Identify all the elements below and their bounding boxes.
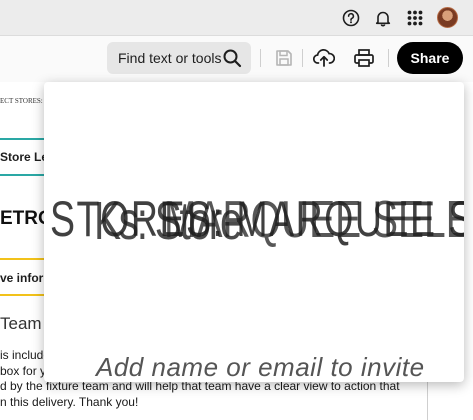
page-edge-divider: [427, 382, 428, 420]
store-leads-heading: Store Le: [0, 150, 49, 164]
app-top-bar: [0, 0, 473, 36]
save-icon[interactable]: [273, 47, 295, 69]
toolbar-divider: [260, 49, 261, 67]
share-dialog-title: STORES: MARQUEE SELECT S Ks: Store MARQU…: [44, 190, 464, 260]
document-toolbar: Find text or tools Share: [0, 36, 473, 82]
find-label: Find text or tools: [118, 50, 222, 66]
glitched-title-fragment: MARQUEE SELECT: [164, 191, 464, 249]
search-icon: [222, 48, 242, 71]
print-icon[interactable]: [353, 47, 375, 69]
body-text-line: is include: [0, 348, 51, 362]
share-dialog: STORES: MARQUEE SELECT S Ks: Store MARQU…: [44, 82, 464, 382]
avatar[interactable]: [437, 7, 458, 28]
body-text-line: n this delivery. Thank you!: [0, 395, 139, 409]
upload-icon[interactable]: [313, 47, 335, 69]
body-text-line: box for y: [0, 364, 47, 378]
apps-grid-icon[interactable]: [405, 8, 425, 28]
notifications-icon[interactable]: [373, 8, 393, 28]
toolbar-divider: [302, 49, 303, 67]
toolbar-divider: [388, 49, 389, 67]
help-icon[interactable]: [341, 8, 361, 28]
find-text-or-tools-button[interactable]: Find text or tools: [107, 42, 251, 74]
invite-input-placeholder[interactable]: Add name or email to invite: [96, 352, 425, 382]
share-button[interactable]: Share: [397, 42, 463, 74]
